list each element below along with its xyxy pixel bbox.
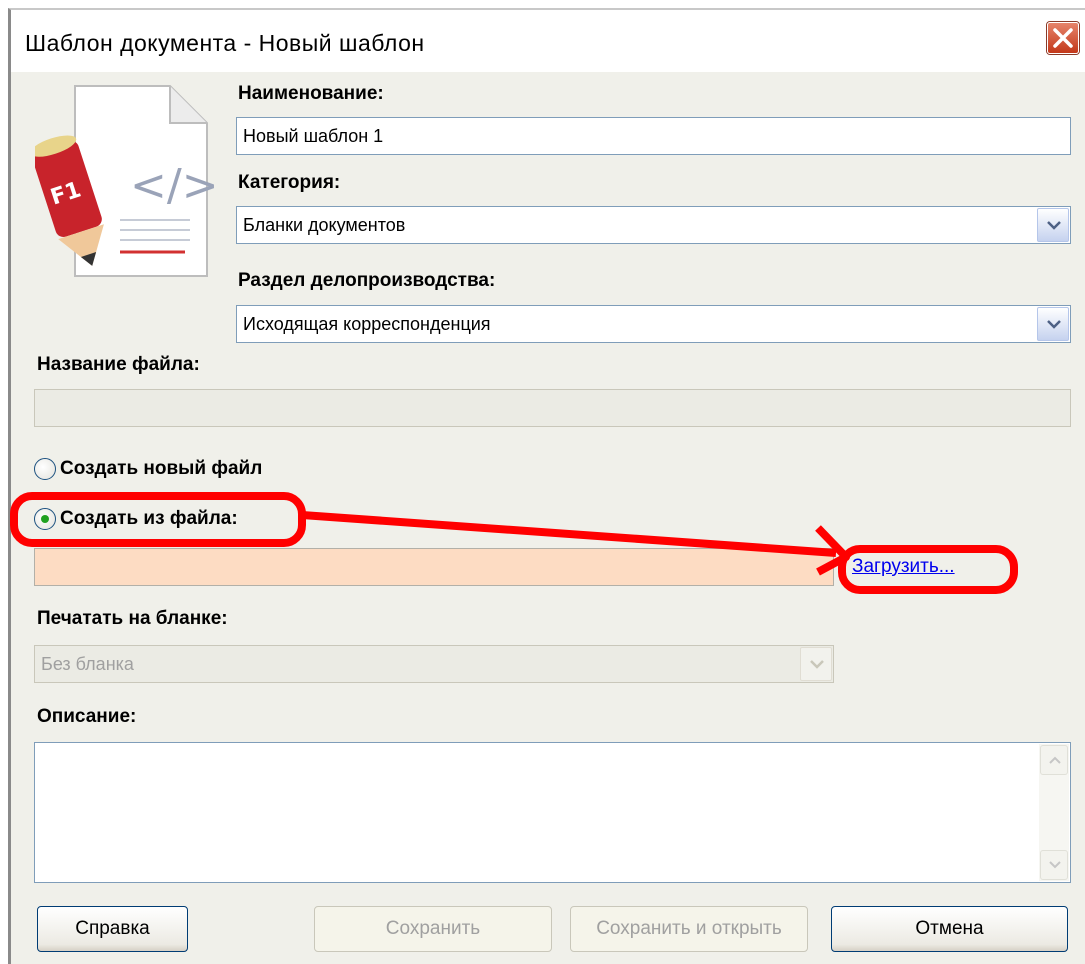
description-label: Описание: xyxy=(37,706,137,727)
name-field[interactable]: Новый шаблон 1 xyxy=(236,117,1071,155)
radio-button-from-file[interactable] xyxy=(34,508,56,530)
scroll-down-button[interactable] xyxy=(1040,850,1068,880)
chevron-down-icon xyxy=(1049,861,1061,869)
close-button[interactable] xyxy=(1047,22,1079,54)
document-template-icon: </> F1 xyxy=(35,85,215,277)
print-value: Без бланка xyxy=(41,654,134,674)
category-dropdown-button[interactable] xyxy=(1037,208,1069,242)
help-button[interactable]: Справка xyxy=(37,906,188,952)
title-bar: Шаблон документа - Новый шаблон xyxy=(11,10,1085,72)
print-label: Печатать на бланке: xyxy=(37,608,228,629)
close-icon xyxy=(1053,28,1073,48)
window-title: Шаблон документа - Новый шаблон xyxy=(25,30,425,56)
save-button: Сохранить xyxy=(314,906,552,952)
description-textarea[interactable] xyxy=(34,742,1071,883)
save-and-open-button: Сохранить и открыть xyxy=(570,906,808,952)
category-value: Бланки документов xyxy=(243,215,406,235)
chevron-down-icon xyxy=(1047,221,1061,230)
description-scrollbar[interactable] xyxy=(1039,744,1069,881)
section-select[interactable]: Исходящая корреспонденция xyxy=(236,305,1071,343)
chevron-down-icon xyxy=(1047,320,1061,329)
radio-create-new[interactable]: Создать новый файл xyxy=(34,458,262,480)
filename-label: Название файла: xyxy=(37,354,200,375)
radio-selected-dot xyxy=(41,515,49,523)
section-dropdown-button[interactable] xyxy=(1037,307,1069,341)
load-link[interactable]: Загрузить... xyxy=(852,556,955,578)
radio-create-from-file[interactable]: Создать из файла: xyxy=(34,508,238,530)
file-path-field[interactable] xyxy=(34,548,834,586)
radio-create-from-file-label: Создать из файла: xyxy=(60,508,238,529)
category-select[interactable]: Бланки документов xyxy=(236,206,1071,244)
scroll-up-button[interactable] xyxy=(1040,745,1068,775)
chevron-down-icon xyxy=(810,660,824,669)
chevron-up-icon xyxy=(1049,756,1061,764)
section-label: Раздел делопроизводства: xyxy=(238,270,496,291)
svg-text:</>: </> xyxy=(130,160,215,211)
print-select: Без бланка xyxy=(34,645,834,683)
section-value: Исходящая корреспонденция xyxy=(243,314,491,334)
name-label: Наименование: xyxy=(238,83,384,104)
cancel-button[interactable]: Отмена xyxy=(831,906,1068,952)
filename-field xyxy=(34,389,1071,427)
radio-button-new[interactable] xyxy=(34,458,56,480)
print-dropdown-button xyxy=(800,647,832,681)
category-label: Категория: xyxy=(238,172,341,193)
radio-create-new-label: Создать новый файл xyxy=(60,458,263,479)
